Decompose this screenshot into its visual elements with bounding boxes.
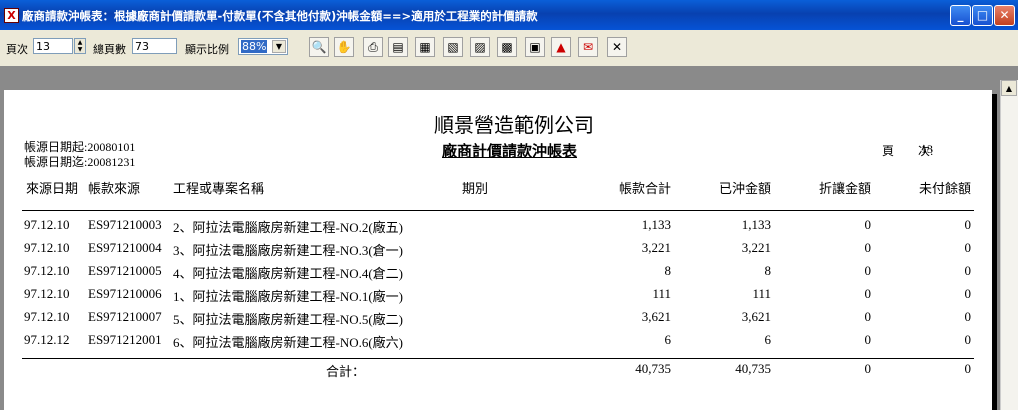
title-bar[interactable]: X 廠商請款沖帳表：根據廠商計價請款單-付款單(不含其他付款)沖帳金額==>適用… (0, 0, 1018, 30)
report-title: 廠商計價請款沖帳表 (442, 144, 578, 160)
chevron-down-icon[interactable]: ▼ (272, 40, 286, 53)
close-icon[interactable]: ✕ (607, 37, 627, 57)
row-source: ES971210006 (88, 286, 162, 301)
column-header: 帳款合計 (618, 181, 671, 196)
row-total: 111 (652, 286, 671, 301)
company-name: 順景營造範例公司 (434, 115, 594, 137)
date-to: 帳源日期迄:20081231 (24, 155, 136, 169)
sum-divider (22, 358, 974, 359)
header-divider (22, 210, 974, 211)
row-project: 5、阿拉法電腦廠房新建工程-NO.5(廠二) (173, 312, 404, 327)
zoom-icon[interactable]: 🔍 (309, 37, 329, 57)
column-header: 帳款來源 (88, 181, 141, 196)
row-discount: 0 (864, 263, 872, 278)
row-total: 3,221 (641, 240, 671, 255)
row-total: 3,621 (641, 309, 671, 324)
document-icon[interactable]: ▤ (388, 37, 408, 57)
page-spinner[interactable]: ▲ ▼ (74, 38, 86, 54)
row-date: 97.12.10 (24, 240, 70, 255)
row-paid: 6 (764, 332, 772, 347)
zoom-select[interactable]: 88% ▼ (238, 38, 288, 55)
maximize-button[interactable]: □ (972, 5, 993, 26)
row-balance: 0 (964, 240, 972, 255)
row-discount: 0 (864, 286, 872, 301)
row-project: 4、阿拉法電腦廠房新建工程-NO.4(倉二) (173, 266, 404, 281)
row-balance: 0 (964, 309, 972, 324)
row-source: ES971210004 (88, 240, 162, 255)
row-paid: 111 (752, 286, 771, 301)
column-header: 工程或專案名稱 (173, 181, 265, 196)
row-discount: 0 (864, 217, 872, 232)
word-icon[interactable]: ▨ (470, 37, 490, 57)
row-balance: 0 (964, 332, 972, 347)
row-balance: 0 (964, 217, 972, 232)
page-number: 13 (921, 142, 933, 156)
row-total: 8 (664, 263, 672, 278)
zoom-value: 88% (241, 40, 268, 53)
row-project: 1、阿拉法電腦廠房新建工程-NO.1(廠一) (173, 289, 404, 304)
row-source: ES971210007 (88, 309, 162, 324)
row-source: ES971210005 (88, 263, 162, 278)
column-header: 來源日期 (26, 181, 79, 196)
page-number-input[interactable]: 13 (33, 38, 73, 54)
row-source: ES971212001 (88, 332, 162, 347)
page-label: 頁次 (6, 43, 28, 56)
toolbar: 頁次 13 ▲ ▼ 總頁數 73 顯示比例 88% ▼ 🔍 ✋ ⎙ ▤ ▦ ▧ ▨… (0, 30, 1018, 66)
sum-balance: 0 (964, 361, 972, 376)
row-discount: 0 (864, 309, 872, 324)
row-paid: 8 (764, 263, 772, 278)
column-header: 未付餘額 (918, 181, 971, 196)
row-date: 97.12.10 (24, 217, 70, 232)
hand-icon[interactable]: ✋ (334, 37, 354, 57)
scroll-up-icon[interactable]: ▲ (1001, 80, 1017, 96)
row-project: 2、阿拉法電腦廠房新建工程-NO.2(廠五) (173, 220, 404, 235)
sum-paid: 40,735 (735, 361, 771, 376)
close-window-button[interactable]: ✕ (994, 5, 1015, 26)
total-pages-field: 73 (132, 38, 177, 54)
row-total: 6 (664, 332, 672, 347)
column-header: 期別 (462, 181, 489, 196)
report-app-icon[interactable]: X (4, 8, 19, 23)
row-project: 6、阿拉法電腦廠房新建工程-NO.6(廠六) (173, 335, 404, 350)
row-date: 97.12.10 (24, 309, 70, 324)
row-date: 97.12.10 (24, 286, 70, 301)
excel-icon[interactable]: ▧ (443, 37, 463, 57)
row-date: 97.12.10 (24, 263, 70, 278)
sum-total: 40,735 (635, 361, 671, 376)
row-paid: 3,621 (741, 309, 771, 324)
report-viewer[interactable]: 順景營造範例公司 廠商計價請款沖帳表 帳源日期起:20080101 帳源日期迄:… (0, 66, 1018, 410)
row-paid: 3,221 (741, 240, 771, 255)
vertical-scrollbar[interactable]: ▲ (1000, 80, 1018, 410)
row-date: 97.12.12 (24, 332, 70, 347)
row-balance: 0 (964, 286, 972, 301)
pdf-icon[interactable]: ▲ (551, 37, 571, 57)
total-pages-label: 總頁數 (93, 43, 126, 56)
window-title: 廠商請款沖帳表：根據廠商計價請款單-付款單(不含其他付款)沖帳金額==>適用於工… (22, 9, 538, 23)
column-header: 已沖金額 (718, 181, 771, 196)
html-icon[interactable]: ▩ (497, 37, 517, 57)
zoom-label: 顯示比例 (185, 43, 229, 56)
report-page: 順景營造範例公司 廠商計價請款沖帳表 帳源日期起:20080101 帳源日期迄:… (4, 90, 992, 410)
row-total: 1,133 (641, 217, 671, 232)
sum-discount: 0 (864, 361, 872, 376)
minimize-button[interactable]: _ (950, 5, 971, 26)
row-paid: 1,133 (741, 217, 771, 232)
row-discount: 0 (864, 240, 872, 255)
row-project: 3、阿拉法電腦廠房新建工程-NO.3(倉一) (173, 243, 404, 258)
column-header: 折讓金額 (818, 181, 871, 196)
save-icon[interactable]: ▣ (525, 37, 545, 57)
row-discount: 0 (864, 332, 872, 347)
row-balance: 0 (964, 263, 972, 278)
row-source: ES971210003 (88, 217, 162, 232)
print-icon[interactable]: ⎙ (363, 37, 383, 57)
sum-label: 合計： (326, 364, 366, 379)
email-icon[interactable]: ✉ (578, 37, 598, 57)
export-icon[interactable]: ▦ (415, 37, 435, 57)
